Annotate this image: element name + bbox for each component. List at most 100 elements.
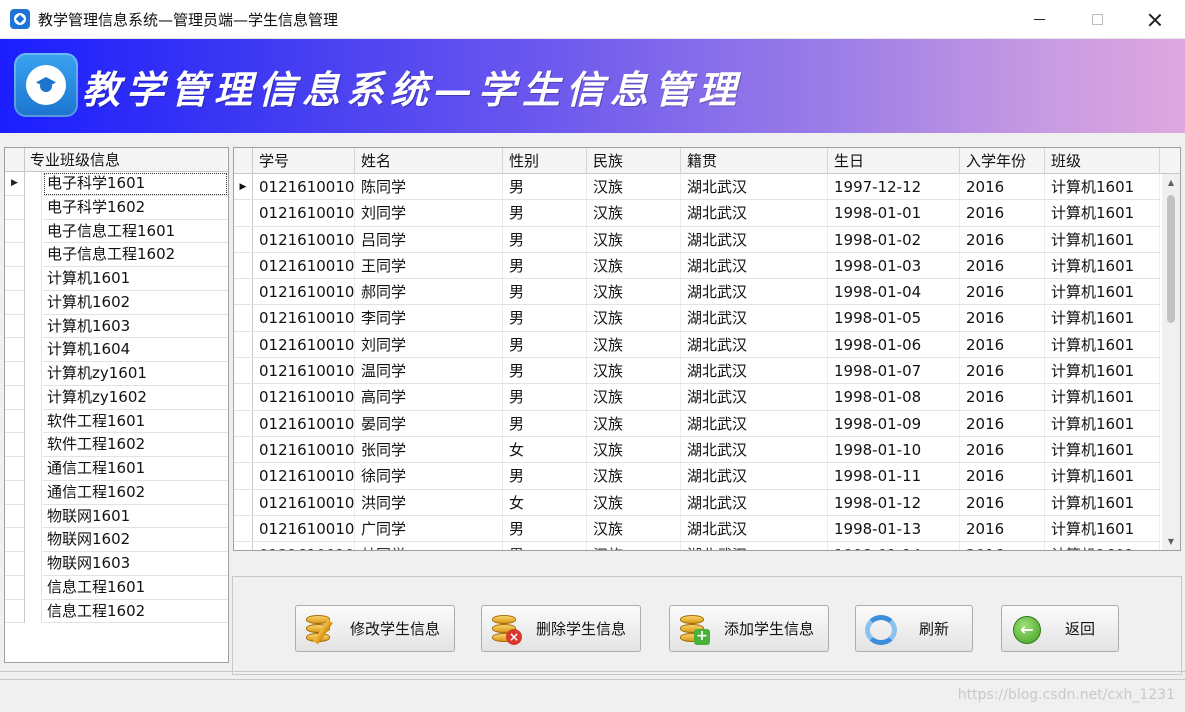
back-button[interactable]: ← 返回 — [1001, 605, 1119, 652]
table-cell[interactable]: 汉族 — [587, 226, 681, 252]
class-list-row[interactable]: ▶ 电子科学1601 — [5, 172, 228, 196]
table-row[interactable]: 0121610010111张同学女汉族湖北武汉1998-01-102016计算机… — [234, 436, 1160, 464]
row-header[interactable] — [5, 338, 25, 362]
table-cell[interactable]: 计算机1601 — [1045, 226, 1160, 252]
table-cell[interactable]: 男 — [503, 279, 587, 305]
table-row[interactable]: 0121610010102刘同学男汉族湖北武汉1998-01-012016计算机… — [234, 200, 1160, 227]
table-cell[interactable]: 1998-01-02 — [828, 226, 960, 252]
vertical-scrollbar[interactable]: ▲ ▼ — [1162, 174, 1180, 550]
table-cell[interactable]: 王同学 — [355, 252, 503, 279]
table-cell[interactable]: 男 — [503, 252, 587, 279]
table-cell[interactable]: 湖北武汉 — [681, 358, 828, 384]
row-header[interactable] — [5, 504, 25, 529]
column-header[interactable]: 生日 — [828, 148, 960, 174]
row-header[interactable] — [234, 515, 253, 542]
table-cell[interactable]: 2016 — [960, 384, 1045, 410]
table-cell[interactable]: 0121610010103 — [253, 226, 355, 252]
table-row[interactable]: 0121610010104王同学男汉族湖北武汉1998-01-032016计算机… — [234, 252, 1160, 280]
class-list-row[interactable]: 物联网1602 — [5, 528, 228, 552]
row-header[interactable] — [5, 195, 25, 220]
class-name-cell[interactable]: 电子信息工程1602 — [43, 243, 228, 267]
table-cell[interactable]: 温同学 — [355, 358, 503, 384]
column-header[interactable]: 班级 — [1045, 148, 1160, 174]
table-cell[interactable]: 1998-01-10 — [828, 436, 960, 463]
table-cell[interactable]: 汉族 — [587, 200, 681, 226]
table-cell[interactable]: 汉族 — [587, 410, 681, 436]
table-cell[interactable]: 2016 — [960, 279, 1045, 305]
table-cell[interactable]: 湖北武汉 — [681, 436, 828, 463]
table-cell[interactable]: 男 — [503, 305, 587, 331]
table-cell[interactable]: 男 — [503, 331, 587, 358]
table-cell[interactable]: 计算机1601 — [1045, 489, 1160, 515]
table-cell[interactable]: 计算机1601 — [1045, 436, 1160, 463]
table-cell[interactable]: 湖北武汉 — [681, 279, 828, 305]
scroll-thumb[interactable] — [1167, 195, 1175, 323]
table-row[interactable]: 0121610010103吕同学男汉族湖北武汉1998-01-022016计算机… — [234, 226, 1160, 253]
table-cell[interactable]: 洪同学 — [355, 489, 503, 515]
table-row[interactable]: 0121610010107刘同学男汉族湖北武汉1998-01-062016计算机… — [234, 331, 1160, 359]
table-cell[interactable]: 高同学 — [355, 384, 503, 410]
table-cell[interactable]: 0121610010110 — [253, 410, 355, 436]
table-cell[interactable]: 湖北武汉 — [681, 252, 828, 279]
column-header[interactable]: 籍贯 — [681, 148, 828, 174]
table-cell[interactable]: 郝同学 — [355, 279, 503, 305]
table-cell[interactable]: 0121610010112 — [253, 463, 355, 489]
column-header[interactable]: 入学年份 — [960, 148, 1045, 174]
column-header[interactable]: 姓名 — [355, 148, 503, 174]
scroll-up-icon[interactable]: ▲ — [1162, 174, 1180, 191]
row-header[interactable] — [5, 433, 25, 457]
table-cell[interactable]: 0121610010107 — [253, 331, 355, 358]
table-cell[interactable]: 湖北武汉 — [681, 542, 828, 550]
table-row[interactable]: 0121610010115林同学男汉族湖北武汉1998-01-142016计算机… — [234, 542, 1160, 550]
row-header[interactable] — [5, 552, 25, 576]
table-cell[interactable]: 汉族 — [587, 252, 681, 279]
row-header[interactable] — [234, 279, 253, 305]
table-cell[interactable]: 计算机1601 — [1045, 515, 1160, 542]
table-cell[interactable]: 1998-01-08 — [828, 384, 960, 410]
table-cell[interactable]: 湖北武汉 — [681, 331, 828, 358]
table-cell[interactable]: 2016 — [960, 200, 1045, 226]
table-cell[interactable]: 湖北武汉 — [681, 463, 828, 489]
table-cell[interactable]: 1998-01-07 — [828, 358, 960, 384]
table-cell[interactable]: 男 — [503, 384, 587, 410]
table-cell[interactable]: 湖北武汉 — [681, 410, 828, 436]
row-header[interactable] — [5, 528, 25, 552]
class-name-cell[interactable]: 物联网1601 — [43, 505, 228, 529]
table-cell[interactable]: 晏同学 — [355, 410, 503, 436]
table-row[interactable]: 0121610010114广同学男汉族湖北武汉1998-01-132016计算机… — [234, 515, 1160, 543]
table-cell[interactable]: 湖北武汉 — [681, 305, 828, 331]
class-list-row[interactable]: 计算机zy1601 — [5, 362, 228, 386]
table-cell[interactable]: 男 — [503, 174, 587, 200]
class-list-row[interactable]: 计算机1604 — [5, 338, 228, 362]
table-cell[interactable]: 0121610010108 — [253, 358, 355, 384]
table-cell[interactable]: 0121610010114 — [253, 515, 355, 542]
table-cell[interactable]: 1998-01-12 — [828, 489, 960, 515]
table-cell[interactable]: 汉族 — [587, 331, 681, 358]
scroll-down-icon[interactable]: ▼ — [1162, 533, 1180, 550]
class-name-cell[interactable]: 计算机zy1602 — [43, 386, 228, 410]
table-cell[interactable]: 计算机1601 — [1045, 542, 1160, 550]
table-cell[interactable]: 2016 — [960, 463, 1045, 489]
class-name-cell[interactable]: 物联网1602 — [43, 528, 228, 552]
table-cell[interactable]: 刘同学 — [355, 331, 503, 358]
class-name-cell[interactable]: 物联网1603 — [43, 552, 228, 576]
table-cell[interactable]: 计算机1601 — [1045, 279, 1160, 305]
class-name-cell[interactable]: 软件工程1601 — [43, 410, 228, 434]
table-row[interactable]: 0121610010105郝同学男汉族湖北武汉1998-01-042016计算机… — [234, 279, 1160, 306]
class-list-row[interactable]: 通信工程1602 — [5, 480, 228, 505]
class-list-row[interactable]: 信息工程1602 — [5, 599, 228, 624]
row-header[interactable] — [5, 219, 25, 244]
table-row[interactable]: 0121610010109高同学男汉族湖北武汉1998-01-082016计算机… — [234, 384, 1160, 411]
table-cell[interactable]: 湖北武汉 — [681, 200, 828, 226]
refresh-button[interactable]: 刷新 — [855, 605, 973, 652]
column-header[interactable]: 性别 — [503, 148, 587, 174]
column-header[interactable]: 民族 — [587, 148, 681, 174]
table-cell[interactable]: 林同学 — [355, 542, 503, 550]
row-header[interactable] — [5, 480, 25, 505]
table-cell[interactable]: 0121610010101 — [253, 174, 355, 200]
table-cell[interactable]: 1998-01-06 — [828, 331, 960, 358]
table-cell[interactable]: 计算机1601 — [1045, 410, 1160, 436]
row-header[interactable] — [234, 410, 253, 436]
class-name-cell[interactable]: 计算机1604 — [43, 338, 228, 362]
close-button[interactable] — [1126, 0, 1184, 39]
